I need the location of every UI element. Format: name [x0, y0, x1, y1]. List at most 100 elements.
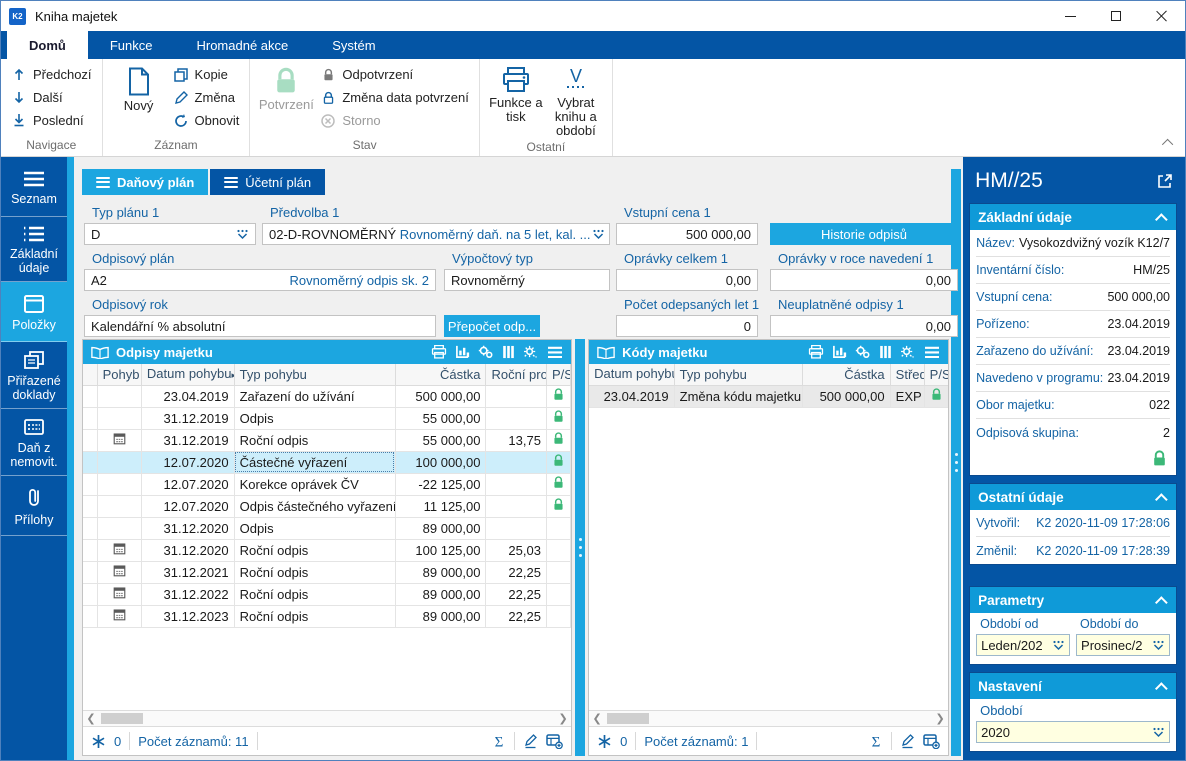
filter-star-icon[interactable] [597, 734, 612, 749]
change-confirm-date-button[interactable]: Změna data potvrzení [316, 87, 472, 108]
col-typ-pohybu[interactable]: Typ pohybu [234, 364, 396, 386]
print-grid-icon[interactable] [431, 345, 447, 359]
close-button[interactable] [1139, 1, 1185, 31]
dropdown-icon[interactable] [1151, 640, 1165, 651]
ribbon-tab-funkce[interactable]: Funkce [88, 31, 175, 59]
scroll-right-icon[interactable]: ❯ [555, 711, 571, 726]
minimize-button[interactable] [1047, 1, 1093, 31]
sidebar-splitter[interactable] [951, 169, 962, 756]
col-pohyb[interactable]: Pohyb [97, 364, 142, 386]
table-splitter[interactable] [575, 339, 586, 756]
collapse-chevron-icon[interactable] [1155, 681, 1168, 695]
new-button[interactable]: Nový [109, 61, 169, 113]
chart-icon[interactable] [455, 345, 470, 359]
chart-icon[interactable] [832, 345, 847, 359]
table-row[interactable]: 31.12.2019 Odpis 55 000,00 [83, 407, 572, 430]
gears-icon[interactable] [478, 345, 494, 359]
scroll-left-icon[interactable]: ❮ [83, 711, 99, 726]
ribbon-tab-system[interactable]: Systém [310, 31, 397, 59]
neuplatnene-field[interactable]: 0,00 [770, 315, 958, 337]
settings-gear-icon[interactable] [900, 345, 916, 359]
open-in-window-icon[interactable] [1157, 173, 1173, 189]
col-typ-pohybu[interactable]: Typ pohybu [674, 364, 803, 386]
next-button[interactable]: Další [7, 87, 96, 108]
vypoctovy-typ-field[interactable]: Rovnoměrný [444, 269, 610, 291]
settings-gear-icon[interactable] [523, 345, 539, 359]
gears-icon[interactable] [855, 345, 871, 359]
kody-grid[interactable]: Datum pohybu▸1 Typ pohybu Částka Střed P… [589, 364, 949, 710]
odpisovy-plan-field[interactable]: A2 Rovnoměrný odpis sk. 2 [84, 269, 436, 291]
confirm-button[interactable]: Potvrzení [256, 61, 316, 112]
ribbon-collapse-button[interactable] [1161, 135, 1174, 151]
col-castka[interactable]: Částka [395, 364, 487, 386]
prepocet-odpisu-button[interactable]: Přepočet odp... [444, 315, 540, 337]
sidebar-item-prirazene-doklady[interactable]: Přiřazené doklady [1, 342, 67, 409]
scroll-thumb[interactable] [607, 713, 650, 724]
table-row[interactable]: 31.12.2019 Roční odpis 55 000,00 13,75 [83, 429, 572, 452]
panel-parametry-header[interactable]: Parametry [970, 587, 1176, 613]
edit-pencil-icon[interactable] [523, 733, 538, 749]
col-ps[interactable]: P/S [546, 364, 572, 386]
sidebar-item-dan-z-nemovit[interactable]: Daň z nemovit. [1, 409, 67, 476]
previous-button[interactable]: Předchozí [7, 64, 96, 85]
collapse-chevron-icon[interactable] [1155, 595, 1168, 609]
table-menu-icon[interactable] [547, 346, 563, 359]
table-row[interactable]: 31.12.2020 Odpis 89 000,00 [83, 517, 572, 540]
storno-button[interactable]: Storno [316, 110, 472, 131]
odpisy-grid[interactable]: Pohyb Datum pohybu▸1 Typ pohybu Částka R… [83, 364, 572, 710]
table-row[interactable]: 12.07.2020 Odpis částečného vyřazení 11 … [83, 495, 572, 518]
table-row[interactable]: 31.12.2021 Roční odpis 89 000,00 22,25 [83, 561, 572, 584]
obdobi-do-field[interactable]: Prosinec/2 [1076, 634, 1170, 656]
dropdown-icon[interactable] [235, 229, 249, 240]
ribbon-tab-domu[interactable]: Domů [7, 31, 88, 59]
add-record-icon[interactable] [923, 733, 940, 749]
scroll-right-icon[interactable]: ❯ [932, 711, 948, 726]
sum-icon[interactable]: Σ [869, 734, 883, 749]
kody-hscrollbar[interactable]: ❮ ❯ [589, 710, 949, 726]
historie-odpisu-button[interactable]: Historie odpisů [770, 223, 958, 245]
table-row[interactable]: 23.04.2019 Změna kódu majetku 500 000,00… [589, 385, 949, 408]
obdobi-field[interactable]: 2020 [976, 721, 1170, 743]
maximize-button[interactable] [1093, 1, 1139, 31]
select-book-period-button[interactable]: V Vybrat knihu a období [546, 61, 606, 138]
sidebar-item-seznam[interactable]: Seznam [1, 157, 67, 217]
col-rocni-proc[interactable]: Roční proc [485, 364, 547, 386]
opravky-celkem-field[interactable]: 0,00 [616, 269, 758, 291]
table-row[interactable]: 12.07.2020 Částečné vyřazení 100 000,00 [83, 451, 572, 474]
opravky-v-roce-field[interactable]: 0,00 [770, 269, 958, 291]
filter-star-icon[interactable] [91, 734, 106, 749]
typ-planu-field[interactable]: D [84, 223, 256, 245]
odpisovy-rok-field[interactable]: Kalendářní % absolutní [84, 315, 436, 337]
table-row[interactable]: 31.12.2022 Roční odpis 89 000,00 22,25 [83, 583, 572, 606]
col-stred[interactable]: Střed [890, 364, 925, 386]
print-grid-icon[interactable] [808, 345, 824, 359]
obdobi-od-field[interactable]: Leden/202 [976, 634, 1071, 656]
pocet-let-field[interactable]: 0 [616, 315, 758, 337]
col-ps[interactable]: P/S [924, 364, 949, 386]
dropdown-icon[interactable] [1051, 640, 1065, 651]
columns-icon[interactable] [879, 345, 892, 359]
dropdown-icon[interactable] [591, 229, 605, 240]
sidebar-item-polozky[interactable]: Položky [1, 282, 67, 342]
sum-icon[interactable]: Σ [492, 734, 506, 749]
col-datum-pohybu[interactable]: Datum pohybu▸1 [589, 364, 675, 386]
panel-nastaveni-header[interactable]: Nastavení [970, 673, 1176, 699]
functions-print-button[interactable]: Funkce a tisk [486, 61, 546, 124]
kody-header-row[interactable]: Datum pohybu▸1 Typ pohybu Částka Střed P… [589, 364, 949, 386]
panel-ostatni-header[interactable]: Ostatní údaje [970, 484, 1176, 510]
table-row[interactable]: 31.12.2023 Roční odpis 89 000,00 22,25 [83, 605, 572, 628]
copy-button[interactable]: Kopie [169, 64, 244, 85]
ribbon-tab-hromadne-akce[interactable]: Hromadné akce [174, 31, 310, 59]
col-castka[interactable]: Částka [802, 364, 891, 386]
table-row[interactable]: 12.07.2020 Korekce oprávek ČV -22 125,00 [83, 473, 572, 496]
col-rowmarker[interactable] [83, 364, 98, 386]
panel-zakladni-header[interactable]: Základní údaje [970, 204, 1176, 230]
collapse-chevron-icon[interactable] [1155, 212, 1168, 226]
odpisy-hscrollbar[interactable]: ❮ ❯ [83, 710, 572, 726]
odpisy-header-row[interactable]: Pohyb Datum pohybu▸1 Typ pohybu Částka R… [83, 364, 572, 386]
edit-button[interactable]: Změna [169, 87, 244, 108]
sidebar-item-prilohy[interactable]: Přílohy [1, 476, 67, 536]
predvolba-field[interactable]: 02-D-ROVNOMĚRNÝ Rovnoměrný daň. na 5 let… [262, 223, 610, 245]
collapse-chevron-icon[interactable] [1155, 492, 1168, 506]
dropdown-icon[interactable] [1151, 727, 1165, 738]
